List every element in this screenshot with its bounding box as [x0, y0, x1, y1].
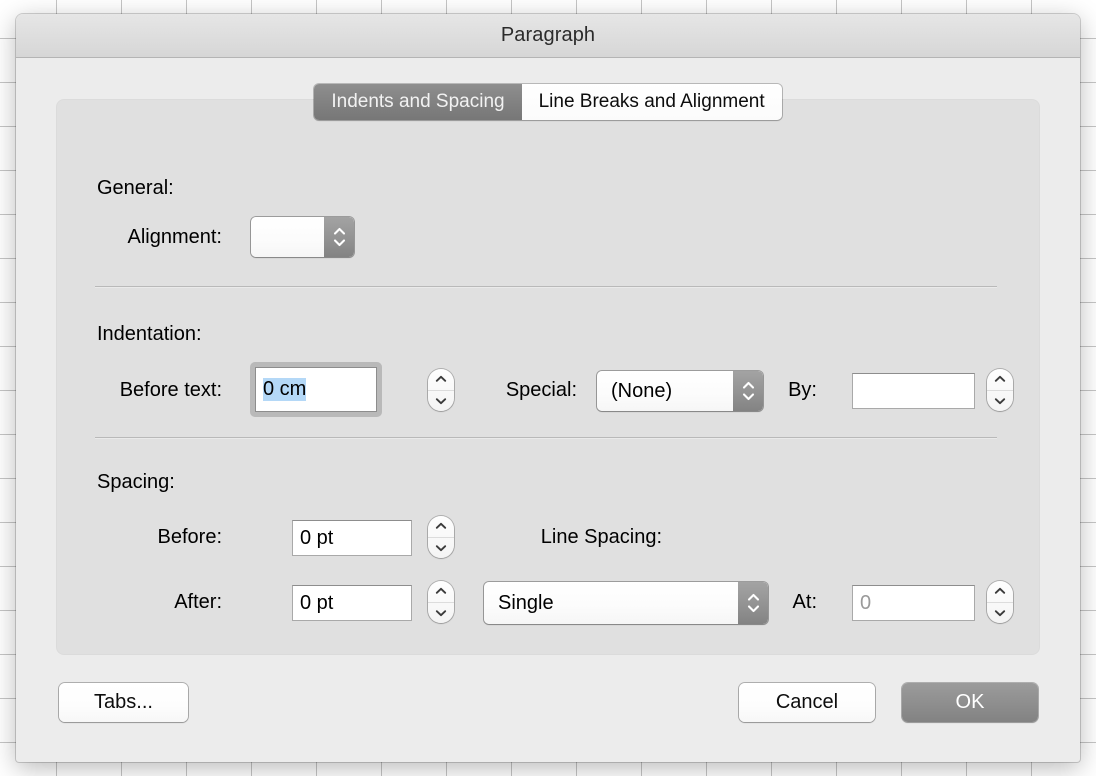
special-popup-value: (None): [611, 379, 673, 402]
special-popup-button[interactable]: (None): [597, 371, 763, 411]
cancel-button[interactable]: Cancel: [739, 683, 875, 722]
spacing-before-stepper[interactable]: [428, 516, 454, 558]
at-stepper-down-icon[interactable]: [987, 603, 1013, 624]
spacing-before-label: Before:: [157, 526, 222, 548]
special-label: Special:: [505, 379, 577, 401]
tabs-button[interactable]: Tabs...: [59, 683, 188, 722]
at-field[interactable]: 0: [852, 585, 975, 621]
alignment-label: Alignment:: [127, 226, 223, 248]
separator-general-indentation: [95, 286, 997, 287]
paragraph-dialog: Paragraph Indents and Spacing Line Break…: [16, 14, 1080, 762]
by-stepper-up-icon[interactable]: [987, 369, 1013, 391]
settings-panel: General: Alignment: Indentation: Before …: [57, 100, 1039, 654]
tab-indents-and-spacing[interactable]: Indents and Spacing: [314, 84, 522, 120]
indentation-section-title: Indentation:: [97, 323, 202, 345]
before-text-field[interactable]: 0 cm: [250, 362, 382, 417]
line-spacing-popup-value: Single: [498, 591, 554, 614]
before-text-stepper-up-icon[interactable]: [428, 369, 454, 391]
by-stepper[interactable]: [987, 369, 1013, 411]
alignment-chevron-up-down-icon: [324, 217, 354, 257]
before-text-label: Before text:: [119, 379, 222, 401]
at-label: At:: [792, 591, 817, 613]
cancel-button-label: Cancel: [775, 691, 839, 713]
ok-button-label: OK: [955, 691, 985, 713]
spacing-before-stepper-down-icon[interactable]: [428, 538, 454, 559]
tab-line-breaks-and-alignment-label: Line Breaks and Alignment: [538, 91, 765, 112]
spacing-before-field[interactable]: 0 pt: [292, 520, 412, 556]
tab-line-breaks-and-alignment[interactable]: Line Breaks and Alignment: [521, 84, 782, 120]
spacing-before-stepper-up-icon[interactable]: [428, 516, 454, 538]
spacing-section-title: Spacing:: [97, 471, 175, 493]
by-stepper-down-icon[interactable]: [987, 391, 1013, 412]
by-label: By:: [788, 379, 817, 401]
at-stepper[interactable]: [987, 581, 1013, 623]
before-text-stepper[interactable]: [428, 369, 454, 411]
dialog-title: Paragraph: [500, 24, 596, 46]
at-field-value: 0: [860, 591, 872, 614]
spacing-after-value: 0 pt: [300, 591, 334, 614]
general-section-title: General:: [97, 177, 174, 199]
tabs-button-label: Tabs...: [94, 691, 153, 713]
line-spacing-label: Line Spacing:: [540, 526, 662, 548]
separator-indentation-spacing: [95, 437, 997, 438]
tab-bar-container: Indents and Spacing Line Breaks and Alig…: [16, 84, 1080, 120]
spacing-after-stepper[interactable]: [428, 581, 454, 623]
spacing-after-field[interactable]: 0 pt: [292, 585, 412, 621]
alignment-popup-button[interactable]: [251, 217, 354, 257]
at-stepper-up-icon[interactable]: [987, 581, 1013, 603]
line-spacing-popup-button[interactable]: Single: [484, 582, 768, 624]
tab-indents-and-spacing-label: Indents and Spacing: [331, 91, 505, 112]
tab-bar: Indents and Spacing Line Breaks and Alig…: [314, 84, 782, 120]
before-text-stepper-down-icon[interactable]: [428, 391, 454, 412]
by-field[interactable]: [852, 373, 975, 409]
before-text-field-inner: 0 cm: [255, 367, 377, 412]
ok-button[interactable]: OK: [902, 683, 1038, 722]
spacing-after-label: After:: [174, 591, 222, 613]
dialog-titlebar: Paragraph: [16, 14, 1080, 58]
before-text-value: 0 cm: [263, 378, 307, 401]
spacing-after-stepper-up-icon[interactable]: [428, 581, 454, 603]
spacing-after-stepper-down-icon[interactable]: [428, 603, 454, 624]
spacing-before-value: 0 pt: [300, 526, 334, 549]
